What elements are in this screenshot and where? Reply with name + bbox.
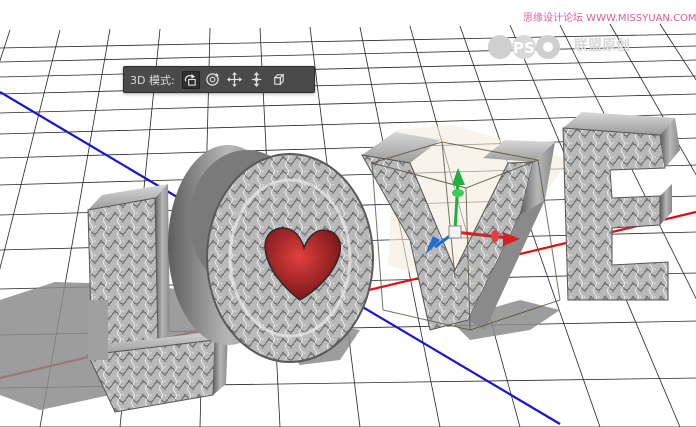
svg-text:PS: PS — [513, 39, 535, 57]
roll-3d-button[interactable] — [204, 71, 222, 89]
scale-3d-button[interactable] — [270, 71, 288, 89]
3d-scene — [0, 23, 696, 427]
watermark-brand: 联盟原创 — [574, 38, 630, 54]
slide-3d-button[interactable] — [248, 71, 266, 89]
3d-viewport[interactable]: 思缘设计论坛 WWW.MISSYUAN.COM PS 联盟原创 3D 模式: — [0, 0, 696, 427]
3d-mode-toolbar: 3D 模式: — [123, 66, 315, 93]
rotate-3d-button[interactable] — [181, 70, 200, 89]
letter-e-model — [562, 112, 680, 301]
rotate-3d-icon — [184, 73, 196, 86]
scale-3d-icon — [273, 73, 285, 86]
watermark-url: 思缘设计论坛 WWW.MISSYUAN.COM — [523, 13, 696, 24]
letter-v-model — [361, 125, 570, 331]
roll-3d-icon — [206, 72, 220, 86]
letter-o-model — [168, 145, 374, 363]
brand-logo-icon: PS — [488, 35, 560, 59]
3d-mode-label: 3D 模式: — [130, 73, 175, 87]
drag-3d-button[interactable] — [226, 71, 244, 89]
slide-3d-icon — [251, 72, 262, 87]
drag-3d-icon — [227, 72, 243, 87]
